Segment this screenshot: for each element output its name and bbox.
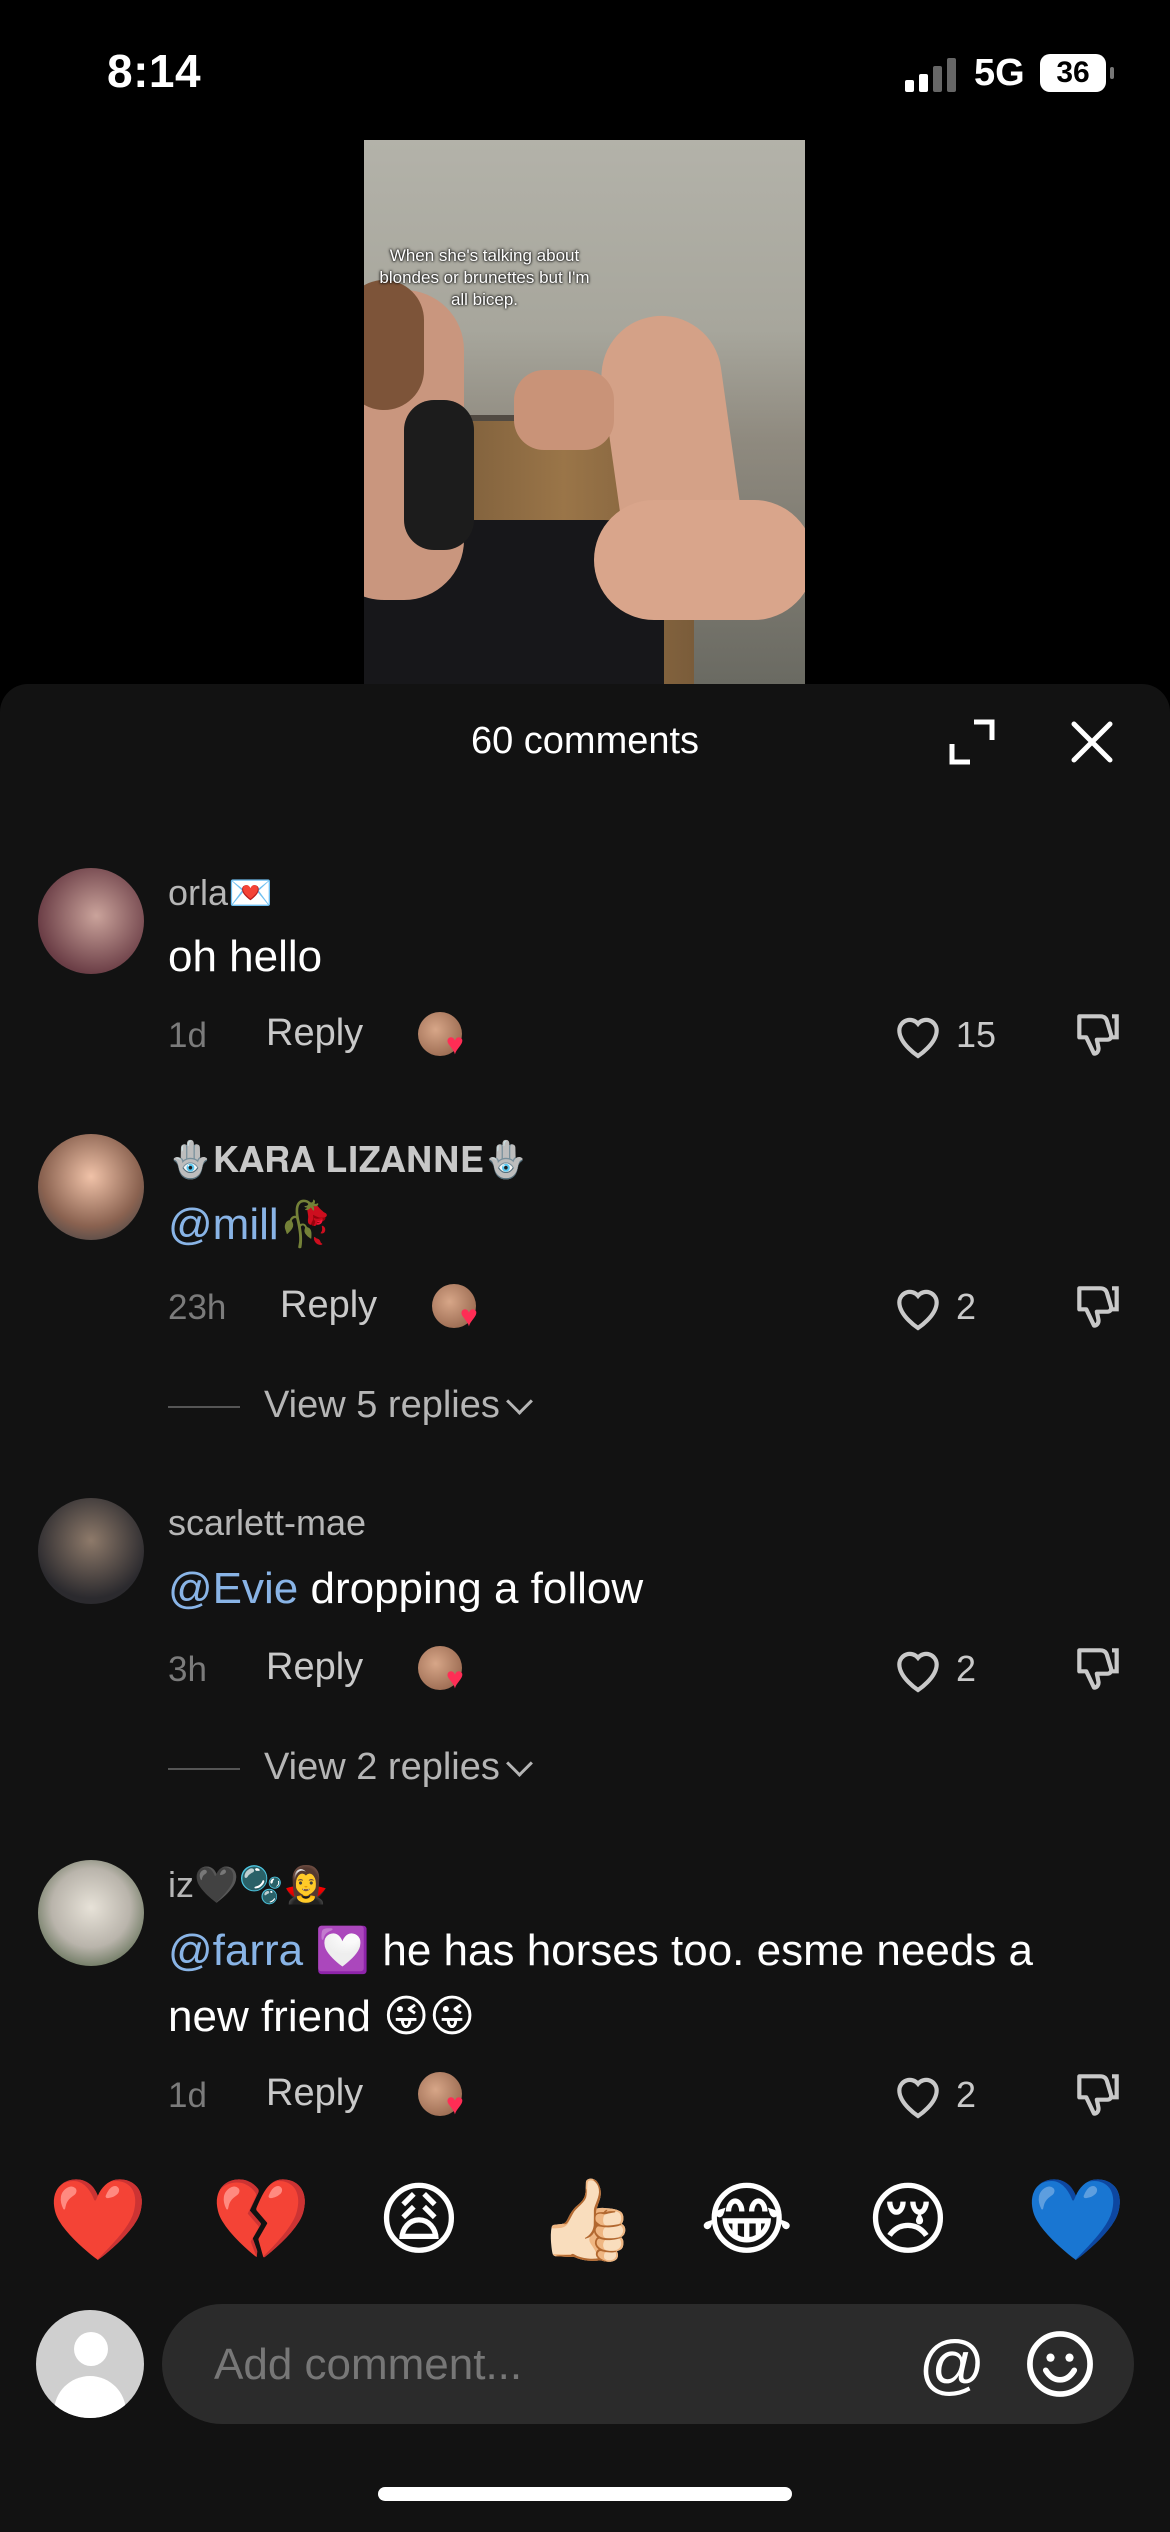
- avatar[interactable]: [38, 1498, 144, 1604]
- comment-username[interactable]: iz🖤🫧🧛‍♀️: [168, 1864, 328, 1906]
- video-preview[interactable]: When she's talking about blondes or brun…: [364, 140, 805, 684]
- comment-age: 1d: [168, 2076, 207, 2115]
- status-time: 8:14: [107, 45, 202, 97]
- smiley-icon[interactable]: [1022, 2326, 1098, 2402]
- reply-button[interactable]: Reply: [266, 1646, 363, 1689]
- comment-input-bar: @: [0, 2300, 1170, 2430]
- reply-button[interactable]: Reply: [266, 2072, 363, 2115]
- creator-liked-badge: [432, 1284, 478, 1332]
- emoji-quick-bar: ❤️ 💔 😩 👍🏻 😂 😢 💙: [0, 2175, 1170, 2275]
- heart-icon[interactable]: [890, 1279, 946, 1335]
- emoji-crying[interactable]: 😢: [863, 2175, 953, 2265]
- signal-icon: [905, 58, 957, 92]
- like-count: 2: [956, 1286, 977, 1327]
- comment-username[interactable]: scarlett-mae: [168, 1502, 366, 1544]
- heart-icon[interactable]: [890, 1641, 946, 1697]
- comment-mention[interactable]: @farra: [168, 1926, 303, 1975]
- emoji-laughing[interactable]: 😂: [700, 2175, 793, 2265]
- close-icon[interactable]: [1066, 716, 1118, 768]
- thumbs-down-icon[interactable]: [1070, 1279, 1126, 1335]
- emoji-broken-heart[interactable]: 💔: [211, 2175, 311, 2265]
- emoji-thumbs-up[interactable]: 👍🏻: [537, 2175, 637, 2265]
- comment-text: @mill🥀: [168, 1200, 334, 1249]
- avatar[interactable]: [38, 1860, 144, 1966]
- comment-text: @farra 💟 he has horses too. esme needs a…: [168, 1926, 1034, 2041]
- headphones: [404, 400, 474, 550]
- like-count: 2: [956, 2074, 977, 2115]
- chevron-down-icon: [505, 1750, 533, 1777]
- comment-mention[interactable]: @Evie: [168, 1564, 298, 1613]
- comment-input-container: @: [162, 2304, 1134, 2424]
- creator-liked-badge: [418, 1012, 464, 1060]
- comment-age: 3h: [168, 1650, 207, 1689]
- comment-age: 23h: [168, 1288, 227, 1327]
- emoji-weary[interactable]: 😩: [374, 2175, 464, 2265]
- network-label: 5G: [974, 52, 1025, 94]
- view-replies-button[interactable]: View 5 replies: [168, 1384, 533, 1427]
- view-replies-button[interactable]: View 2 replies: [168, 1746, 533, 1789]
- comment-age: 1d: [168, 1016, 207, 1055]
- comment-text: oh hello: [168, 932, 323, 981]
- creator-liked-badge: [418, 1646, 464, 1694]
- home-indicator: [378, 2487, 792, 2501]
- mention-button[interactable]: @: [912, 2324, 992, 2404]
- comment-input[interactable]: [212, 2334, 866, 2396]
- heart-icon[interactable]: [890, 2067, 946, 2123]
- thumbs-down-icon[interactable]: [1070, 2067, 1126, 2123]
- thumbs-down-icon[interactable]: [1070, 1007, 1126, 1063]
- avatar[interactable]: [38, 1134, 144, 1240]
- emoji-heart[interactable]: ❤️: [48, 2175, 148, 2265]
- reply-button[interactable]: Reply: [266, 1012, 363, 1055]
- comment-username[interactable]: orla💌: [168, 872, 273, 914]
- creator-liked-badge: [418, 2072, 464, 2120]
- emoji-blue-heart[interactable]: 💙: [1026, 2175, 1126, 2265]
- comment-mention[interactable]: @mill: [168, 1200, 279, 1249]
- avatar[interactable]: [38, 868, 144, 974]
- comment-username[interactable]: 🪬𝐊𝐀𝐑𝐀 𝐋𝐈𝐙𝐀𝐍𝐍𝐄🪬: [168, 1139, 529, 1182]
- expand-icon[interactable]: [944, 714, 1000, 770]
- user-avatar: [36, 2310, 144, 2418]
- thumbs-down-icon[interactable]: [1070, 1641, 1126, 1697]
- like-count: 2: [956, 1648, 977, 1689]
- comment-text: @Evie dropping a follow: [168, 1564, 644, 1613]
- battery-icon: 36: [1040, 54, 1114, 92]
- reply-button[interactable]: Reply: [280, 1284, 377, 1327]
- status-bar: 8:14 5G 36: [0, 0, 1170, 140]
- heart-icon[interactable]: [890, 1007, 946, 1063]
- chevron-down-icon: [505, 1388, 533, 1415]
- like-count: 15: [956, 1014, 997, 1055]
- video-caption: When she's talking about blondes or brun…: [379, 246, 590, 309]
